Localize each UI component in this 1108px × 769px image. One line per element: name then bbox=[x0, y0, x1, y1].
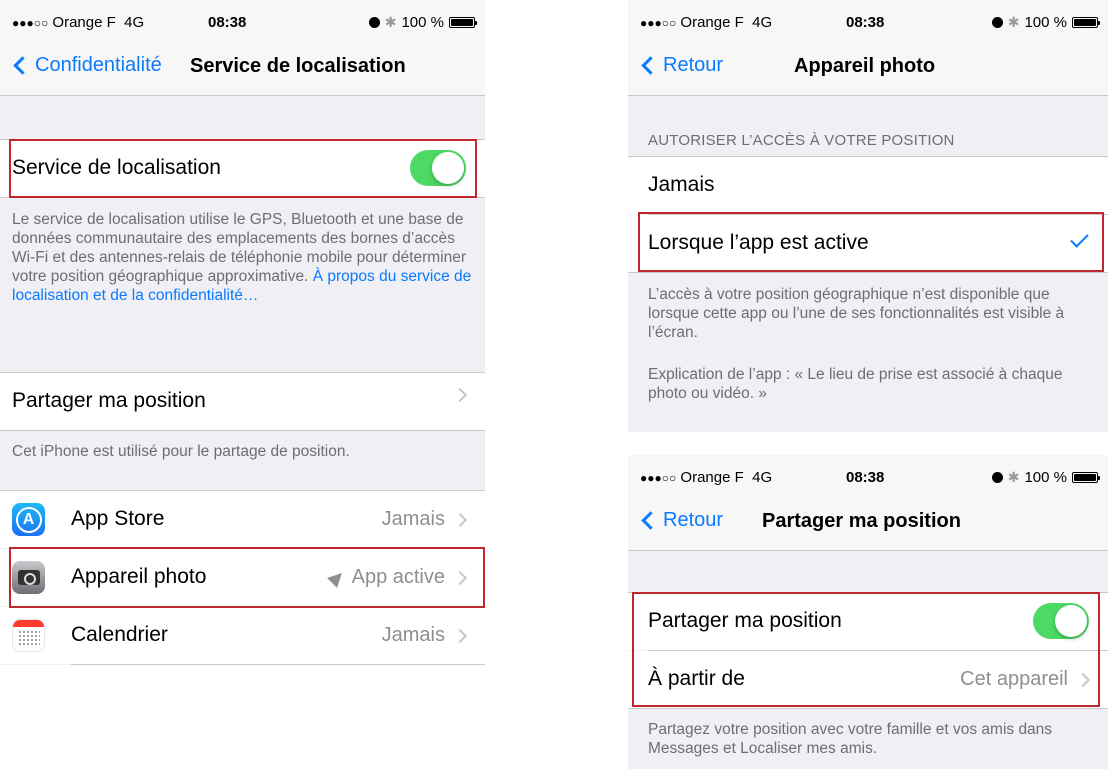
bluetooth-icon: ✱ bbox=[1007, 14, 1020, 30]
back-button[interactable]: Retour bbox=[640, 54, 723, 77]
back-button[interactable]: Confidentialité bbox=[12, 54, 162, 77]
app-store-icon: A bbox=[12, 503, 45, 536]
row-label: Partager ma position bbox=[12, 389, 206, 412]
option-label: Jamais bbox=[648, 173, 715, 196]
signal-dots-icon: ●●●○○ bbox=[12, 16, 49, 30]
battery-percent: 100 % bbox=[401, 14, 444, 31]
alarm-icon bbox=[991, 17, 1003, 28]
bluetooth-icon: ✱ bbox=[384, 14, 397, 30]
chevron-left-icon bbox=[641, 56, 660, 75]
chevron-right-icon bbox=[452, 512, 468, 527]
chevron-right-icon bbox=[452, 570, 468, 585]
app-name: Calendrier bbox=[71, 623, 168, 646]
app-row-app-store[interactable]: A App Store Jamais bbox=[0, 491, 485, 548]
network-type: 4G bbox=[124, 14, 145, 31]
clock: 08:38 bbox=[846, 14, 885, 31]
signal-dots-icon: ●●●○○ bbox=[640, 16, 677, 30]
navigation-bar: Retour Partager ma position bbox=[628, 495, 1108, 551]
navigation-bar: Retour Appareil photo bbox=[628, 40, 1108, 96]
status-bar: ●●●○○ Orange F 4G 08:38 ✱ 100 % bbox=[628, 455, 1108, 495]
row-label: Partager ma position bbox=[648, 609, 842, 632]
location-services-screen: ●●●○○ Orange F 4G 08:38 ✱ 100 % Confiden… bbox=[0, 0, 485, 769]
share-location-row: Partager ma position bbox=[628, 593, 1108, 650]
row-label: Service de localisation bbox=[12, 156, 221, 179]
access-footnote: L’accès à votre position géographique n’… bbox=[648, 286, 1065, 341]
row-label: À partir de bbox=[648, 667, 745, 690]
back-label: Retour bbox=[663, 509, 724, 531]
back-button[interactable]: Retour bbox=[640, 509, 723, 532]
from-value: Cet appareil bbox=[960, 668, 1068, 690]
bluetooth-icon: ✱ bbox=[1007, 469, 1020, 485]
app-name: App Store bbox=[71, 507, 165, 530]
clock: 08:38 bbox=[208, 14, 247, 31]
battery-icon bbox=[1072, 472, 1100, 483]
checkmark-icon bbox=[1070, 229, 1089, 248]
share-my-location-row[interactable]: Partager ma position bbox=[0, 373, 485, 430]
camera-icon bbox=[12, 561, 45, 594]
share-footnote: Partagez votre position avec votre famil… bbox=[648, 721, 1053, 757]
chevron-right-icon bbox=[452, 387, 468, 403]
app-row-calendar[interactable]: Calendrier Jamais bbox=[0, 607, 485, 664]
camera-location-screen: ●●●○○ Orange F 4G 08:38 ✱ 100 % Retour A… bbox=[628, 0, 1108, 432]
location-services-row: Service de localisation bbox=[0, 140, 485, 197]
page-title: Appareil photo bbox=[794, 55, 936, 77]
carrier: Orange F bbox=[52, 14, 116, 31]
share-location-toggle[interactable] bbox=[1033, 603, 1089, 639]
location-services-toggle[interactable] bbox=[410, 150, 466, 186]
back-label: Retour bbox=[663, 54, 724, 76]
battery-percent: 100 % bbox=[1024, 469, 1067, 486]
battery-percent: 100 % bbox=[1024, 14, 1067, 31]
app-explanation: Explication de l’app : « Le lieu de pris… bbox=[648, 366, 1063, 402]
network-type: 4G bbox=[752, 469, 773, 486]
share-location-screen: ●●●○○ Orange F 4G 08:38 ✱ 100 % Retour P… bbox=[628, 455, 1108, 769]
battery-icon bbox=[449, 17, 477, 28]
network-type: 4G bbox=[752, 14, 773, 31]
carrier: Orange F bbox=[680, 469, 744, 486]
signal-dots-icon: ●●●○○ bbox=[640, 471, 677, 485]
location-services-description: Le service de localisation utilise le GP… bbox=[12, 211, 472, 304]
option-while-using[interactable]: Lorsque l’app est active bbox=[628, 215, 1108, 272]
from-device-row[interactable]: À partir de Cet appareil bbox=[628, 651, 1108, 708]
app-status: App active bbox=[351, 566, 445, 588]
clock: 08:38 bbox=[846, 469, 885, 486]
option-label: Lorsque l’app est active bbox=[648, 231, 869, 254]
chevron-left-icon bbox=[13, 56, 32, 75]
page-title: Partager ma position bbox=[762, 510, 961, 532]
chevron-right-icon bbox=[1075, 672, 1091, 687]
app-status: Jamais bbox=[381, 508, 445, 530]
navigation-bar: Confidentialité Service de localisation bbox=[0, 40, 485, 96]
alarm-icon bbox=[991, 472, 1003, 483]
app-row-camera[interactable]: Appareil photo App active bbox=[0, 549, 485, 606]
chevron-left-icon bbox=[641, 511, 660, 530]
alarm-icon bbox=[368, 17, 380, 28]
share-footnote: Cet iPhone est utilisé pour le partage d… bbox=[12, 443, 350, 460]
option-never[interactable]: Jamais bbox=[628, 157, 1108, 214]
app-status: Jamais bbox=[381, 624, 445, 646]
page-title: Service de localisation bbox=[190, 55, 406, 77]
section-header: AUTORISER L’ACCÈS À VOTRE POSITION bbox=[648, 132, 955, 149]
app-name: Appareil photo bbox=[71, 565, 207, 588]
carrier: Orange F bbox=[680, 14, 744, 31]
status-bar: ●●●○○ Orange F 4G 08:38 ✱ 100 % bbox=[628, 0, 1108, 40]
status-bar: ●●●○○ Orange F 4G 08:38 ✱ 100 % bbox=[0, 0, 485, 40]
back-label: Confidentialité bbox=[35, 54, 162, 76]
chevron-right-icon bbox=[452, 628, 468, 643]
battery-icon bbox=[1072, 17, 1100, 28]
calendar-icon bbox=[12, 619, 45, 652]
location-arrow-icon bbox=[326, 567, 347, 588]
